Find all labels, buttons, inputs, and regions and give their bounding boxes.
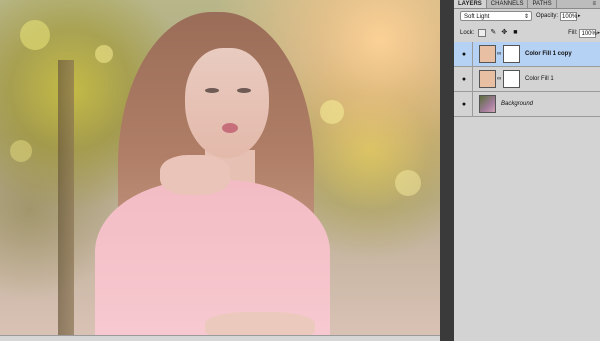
eye-icon[interactable]: ●	[458, 76, 470, 83]
layer-row[interactable]: ● ∞ Color Fill 1	[454, 67, 600, 92]
eye-icon[interactable]: ●	[458, 101, 470, 108]
subject-eye	[237, 88, 251, 93]
workspace-gap	[440, 0, 454, 341]
layers-panel: LAYERS CHANNELS PATHS ≡ Soft Light ⇕ Opa…	[454, 0, 600, 341]
fill-label: Fill:	[568, 30, 578, 36]
divider	[472, 92, 473, 116]
bokeh-light	[320, 100, 344, 124]
layer-row[interactable]: ● Background	[454, 92, 600, 117]
blend-opacity-row: Soft Light ⇕ Opacity: 100% ▸	[460, 10, 600, 22]
tree-trunk	[58, 60, 74, 335]
fill-input[interactable]: 100%	[579, 28, 597, 38]
panel-menu-icon[interactable]: ≡	[588, 0, 600, 8]
link-icon[interactable]: ∞	[497, 76, 502, 82]
bokeh-light	[395, 170, 421, 196]
layer-row[interactable]: ● ∞ Color Fill 1 copy	[454, 42, 600, 67]
lock-fill-row: Lock: ✎ ✥ ■ Fill: 100% ▸	[460, 27, 600, 39]
opacity-label: Opacity:	[536, 13, 559, 19]
layers-list: ● ∞ Color Fill 1 copy ● ∞ Color Fill 1 ●…	[454, 42, 600, 117]
color-fill-thumbnail[interactable]	[479, 70, 496, 88]
subject-lower-hand	[205, 312, 315, 335]
document-status-bar	[0, 335, 440, 341]
opacity-slider-icon[interactable]: ▸	[578, 13, 581, 19]
divider	[472, 42, 473, 66]
subject-pink-top	[95, 180, 330, 335]
lock-label: Lock:	[460, 30, 475, 36]
tab-layers[interactable]: LAYERS	[454, 0, 487, 8]
move-icon[interactable]: ✥	[500, 29, 508, 37]
brush-icon[interactable]: ✎	[489, 29, 497, 37]
subject-eye	[205, 88, 219, 93]
opacity-input[interactable]: 100%	[560, 11, 577, 21]
bokeh-light	[20, 20, 50, 50]
layer-mask-thumbnail[interactable]	[503, 45, 520, 63]
bokeh-light	[10, 140, 32, 162]
background-thumbnail[interactable]	[479, 95, 496, 113]
eye-icon[interactable]: ●	[458, 51, 470, 58]
lock-icon[interactable]: ■	[511, 29, 519, 37]
chevron-down-icon: ⇕	[523, 14, 529, 20]
tab-channels[interactable]: CHANNELS	[487, 0, 529, 8]
lock-transparent-checkbox[interactable]	[478, 29, 487, 37]
layer-name[interactable]: Color Fill 1 copy	[525, 51, 572, 57]
blend-mode-value: Soft Light	[464, 14, 490, 20]
subject-hand	[160, 155, 230, 195]
blend-mode-select[interactable]: Soft Light ⇕	[460, 11, 532, 21]
layer-name[interactable]: Background	[501, 101, 533, 107]
subject-face	[185, 48, 269, 158]
panel-tabs: LAYERS CHANNELS PATHS ≡	[454, 0, 600, 9]
link-icon[interactable]: ∞	[497, 51, 502, 57]
color-fill-thumbnail[interactable]	[479, 45, 496, 63]
divider	[472, 67, 473, 91]
bokeh-light	[95, 45, 113, 63]
panel-empty-area	[454, 120, 600, 341]
layer-mask-thumbnail[interactable]	[503, 70, 520, 88]
layer-name[interactable]: Color Fill 1	[525, 76, 554, 82]
tab-paths[interactable]: PATHS	[528, 0, 557, 8]
subject-lips	[222, 123, 238, 133]
photoshop-window: LAYERS CHANNELS PATHS ≡ Soft Light ⇕ Opa…	[0, 0, 600, 341]
document-canvas[interactable]	[0, 0, 440, 335]
